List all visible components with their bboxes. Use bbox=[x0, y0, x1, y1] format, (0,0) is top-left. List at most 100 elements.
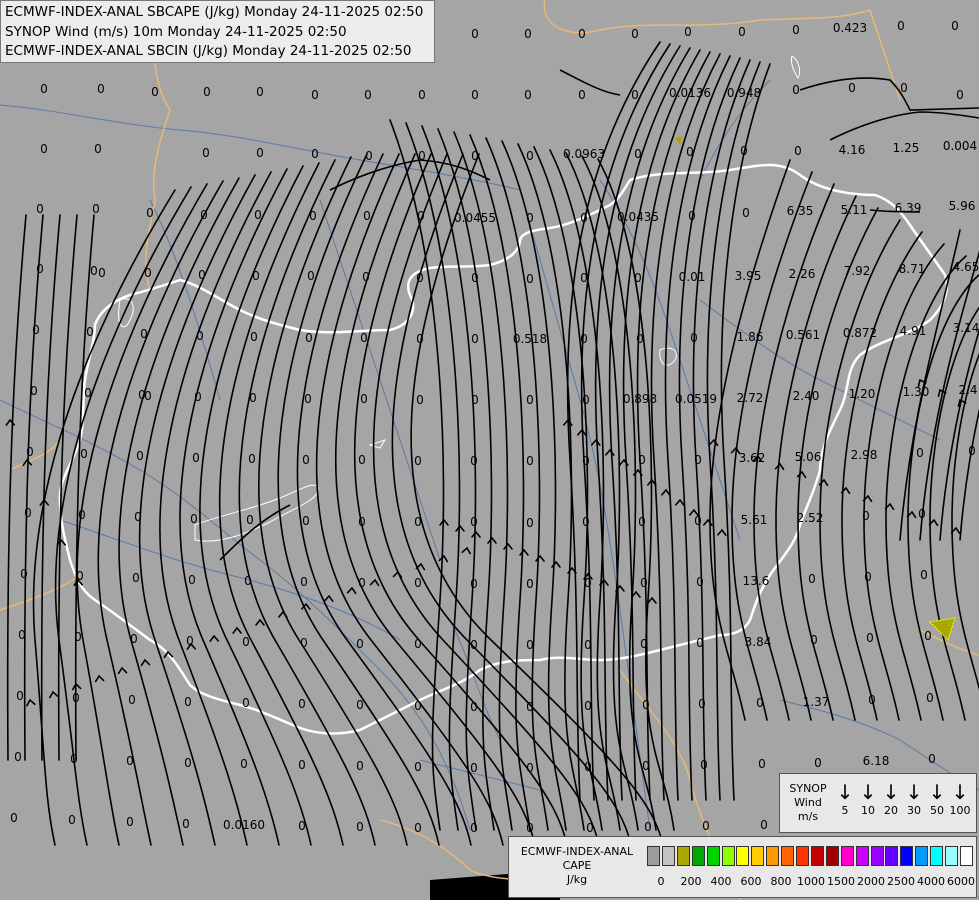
cape-value-label: 0 bbox=[526, 272, 534, 286]
cape-tick-label: 800 bbox=[770, 875, 792, 888]
cape-swatch bbox=[810, 846, 824, 866]
cape-tick-label: 1000 bbox=[797, 875, 825, 888]
map-background bbox=[0, 0, 979, 900]
cape-swatch bbox=[915, 846, 929, 866]
cape-swatch bbox=[900, 846, 914, 866]
cape-value-label: 0 bbox=[196, 329, 204, 343]
cape-value-label: 0 bbox=[416, 393, 424, 407]
cape-value-label: 0 bbox=[644, 820, 652, 834]
cape-value-label: 0 bbox=[126, 815, 134, 829]
synop-legend-label: 20 bbox=[884, 804, 898, 817]
cape-value-label: 0 bbox=[526, 149, 534, 163]
cape-value-label: 0 bbox=[307, 269, 315, 283]
title-line-3: ECMWF-INDEX-ANAL SBCIN (J/kg) Monday 24-… bbox=[5, 43, 412, 59]
cape-value-label: 2.4 bbox=[958, 383, 977, 397]
cape-value-label: 0 bbox=[631, 88, 639, 102]
cape-value-label: 0.872 bbox=[843, 326, 877, 340]
title-line-2: SYNOP Wind (m/s) 10m Monday 24-11-2025 0… bbox=[5, 23, 347, 40]
cape-swatch bbox=[945, 846, 958, 866]
cape-value-label: 0 bbox=[968, 444, 976, 458]
cape-value-label: 0 bbox=[758, 757, 766, 771]
cape-value-label: 0.0963 bbox=[563, 147, 605, 161]
cape-value-label: 0 bbox=[362, 270, 370, 284]
cape-value-label: 0 bbox=[36, 262, 44, 276]
cape-legend-title: ECMWF-INDEX-ANAL CAPE J/kg bbox=[513, 845, 641, 887]
cape-value-label: 0 bbox=[414, 821, 422, 835]
cape-value-label: 0.0435 bbox=[617, 210, 659, 224]
cape-value-label: 0 bbox=[866, 631, 874, 645]
cape-value-label: 0 bbox=[94, 142, 102, 156]
cape-value-label: 0 bbox=[694, 514, 702, 528]
down-arrow-icon: ↓ bbox=[951, 780, 969, 804]
cape-value-label: 0 bbox=[356, 637, 364, 651]
cape-swatch bbox=[706, 846, 720, 866]
cape-swatch bbox=[721, 846, 735, 866]
cape-value-label: 5.96 bbox=[949, 199, 976, 213]
down-arrow-icon: ↓ bbox=[882, 780, 900, 804]
cape-value-label: 2.40 bbox=[793, 389, 820, 403]
cape-value-label: 0 bbox=[202, 146, 210, 160]
cape-value-label: 0 bbox=[586, 821, 594, 835]
cape-value-label: 0 bbox=[640, 637, 648, 651]
cape-value-label: 6.39 bbox=[895, 201, 922, 215]
cape-value-label: 0 bbox=[84, 386, 92, 400]
cape-value-label: 2.72 bbox=[737, 391, 764, 405]
cape-value-label: 0 bbox=[684, 25, 692, 39]
cape-value-label: 0 bbox=[249, 391, 257, 405]
cape-value-label: 0 bbox=[524, 88, 532, 102]
cape-value-label: 4.65 bbox=[953, 260, 979, 274]
cape-value-label: 0 bbox=[414, 760, 422, 774]
cape-value-label: 0 bbox=[756, 696, 764, 710]
cape-value-label: 0 bbox=[360, 331, 368, 345]
cape-value-label: 0 bbox=[136, 449, 144, 463]
cape-value-label: 0 bbox=[364, 88, 372, 102]
cape-value-label: 0 bbox=[634, 147, 642, 161]
cape-tick-label: 2000 bbox=[857, 875, 885, 888]
cape-value-label: 0 bbox=[524, 27, 532, 41]
cape-legend-title-line-2: CAPE bbox=[562, 859, 592, 872]
cape-value-label: 0 bbox=[203, 85, 211, 99]
cape-tick-label: 1500 bbox=[827, 875, 855, 888]
synop-legend-label: 100 bbox=[949, 804, 971, 817]
cape-value-label: 0 bbox=[526, 577, 534, 591]
cape-tick-label: 0 bbox=[657, 875, 665, 888]
cape-value-label: 0 bbox=[698, 697, 706, 711]
cape-value-label: 0 bbox=[578, 27, 586, 41]
cape-value-label: 0 bbox=[526, 821, 534, 835]
cape-value-label: 4.91 bbox=[900, 324, 927, 338]
cape-value-label: 0 bbox=[526, 211, 534, 225]
cape-value-label: 0 bbox=[414, 699, 422, 713]
synop-legend-item: ↓ 100 bbox=[949, 780, 971, 818]
cape-value-label: 3.62 bbox=[739, 451, 766, 465]
synop-legend-item: ↓ 50 bbox=[926, 780, 948, 818]
cape-swatch bbox=[959, 846, 973, 866]
cape-value-label: 0 bbox=[248, 452, 256, 466]
cape-value-label: 0 bbox=[470, 577, 478, 591]
cape-value-label: 0 bbox=[24, 506, 32, 520]
cape-value-label: 0 bbox=[186, 634, 194, 648]
down-arrow-icon: ↓ bbox=[836, 780, 854, 804]
cape-value-label: 0 bbox=[636, 332, 644, 346]
cape-value-label: 0 bbox=[470, 821, 478, 835]
cape-value-label: 0 bbox=[360, 392, 368, 406]
cape-value-label: 0 bbox=[132, 571, 140, 585]
cape-value-label: 1.30 bbox=[903, 385, 930, 399]
cape-value-label: 0 bbox=[304, 392, 312, 406]
cape-value-label: 2.26 bbox=[789, 267, 816, 281]
cape-swatch bbox=[855, 846, 869, 866]
synop-legend-title: SYNOP Wind m/s bbox=[784, 782, 832, 824]
synop-legend-label: 50 bbox=[930, 804, 944, 817]
cape-value-label: 0 bbox=[640, 576, 648, 590]
synop-legend-item: ↓ 30 bbox=[903, 780, 925, 818]
cape-value-label: 0 bbox=[305, 331, 313, 345]
cape-value-label: 0.004 bbox=[943, 139, 977, 153]
cape-value-label: 0 bbox=[16, 689, 24, 703]
synop-legend-label: 5 bbox=[841, 804, 849, 817]
cape-value-label: 0 bbox=[198, 268, 206, 282]
cape-value-label: 0 bbox=[702, 819, 710, 833]
cape-value-label: 3.95 bbox=[735, 269, 762, 283]
cape-value-label: 4.16 bbox=[839, 143, 866, 157]
cape-value-label: 0 bbox=[246, 513, 254, 527]
cape-value-label: 0 bbox=[848, 81, 856, 95]
cape-value-label: 0 bbox=[918, 507, 926, 521]
